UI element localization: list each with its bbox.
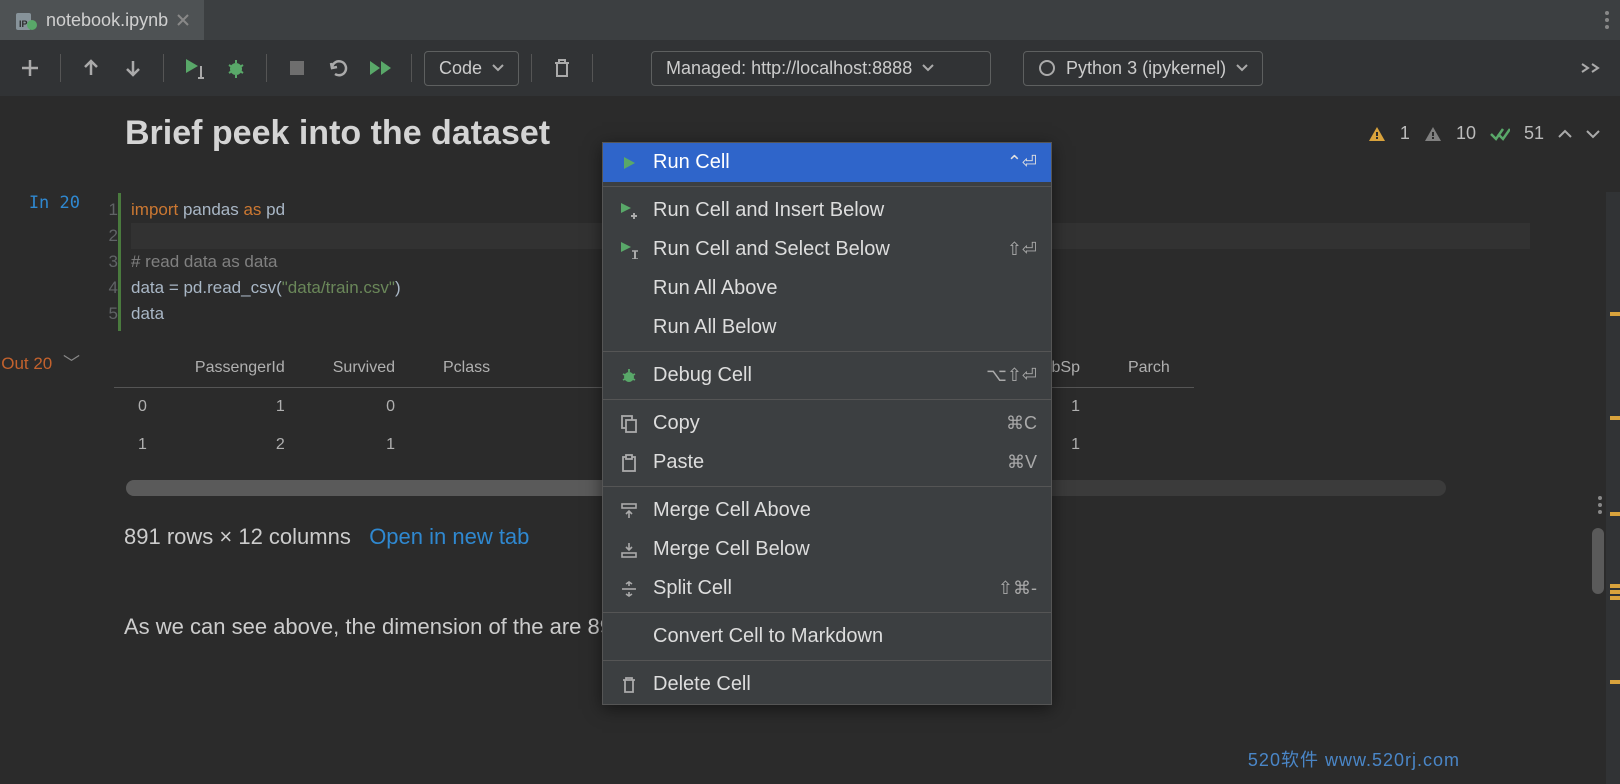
- jupyter-file-icon: IP: [14, 9, 38, 31]
- merge-above-icon: [617, 503, 641, 519]
- separator: [266, 54, 267, 82]
- menu-delete-cell[interactable]: Delete Cell: [603, 665, 1051, 704]
- debug-button[interactable]: [218, 50, 254, 86]
- kernel-label: Python 3 (ipykernel): [1066, 58, 1226, 79]
- restart-kernel-button[interactable]: [321, 50, 357, 86]
- run-all-button[interactable]: [363, 50, 399, 86]
- chevron-down-icon: [922, 64, 934, 72]
- add-cell-button[interactable]: [12, 50, 48, 86]
- menu-convert-markdown[interactable]: Convert Cell to Markdown: [603, 617, 1051, 656]
- menu-merge-below[interactable]: Merge Cell Below: [603, 530, 1051, 569]
- copy-icon: [617, 415, 641, 433]
- close-icon[interactable]: [176, 13, 190, 27]
- separator: [163, 54, 164, 82]
- check-green-icon: [1490, 126, 1510, 142]
- menu-divider: [603, 486, 1051, 487]
- tab-bar-overflow-icon[interactable]: [1594, 10, 1620, 30]
- prev-highlight-icon[interactable]: [1558, 129, 1572, 139]
- cell-type-label: Code: [439, 58, 482, 79]
- menu-run-cell[interactable]: Run Cell ⌃⏎: [603, 143, 1051, 182]
- menu-split-cell[interactable]: Split Cell ⇧⌘-: [603, 569, 1051, 608]
- menu-merge-above[interactable]: Merge Cell Above: [603, 491, 1051, 530]
- chevron-down-icon: [492, 64, 504, 72]
- svg-text:IP: IP: [19, 19, 28, 29]
- cell-type-dropdown[interactable]: Code: [424, 51, 519, 86]
- chevron-down-icon: [1236, 64, 1248, 72]
- menu-divider: [603, 351, 1051, 352]
- cell-more-icon[interactable]: [1598, 496, 1602, 514]
- warning-gray-icon: [1424, 125, 1442, 143]
- menu-divider: [603, 399, 1051, 400]
- stop-button[interactable]: [279, 50, 315, 86]
- menu-run-all-below[interactable]: Run All Below: [603, 308, 1051, 347]
- input-prompt: In 20: [0, 193, 90, 331]
- warning-yellow-icon: [1368, 125, 1386, 143]
- menu-run-insert-below[interactable]: Run Cell and Insert Below: [603, 191, 1051, 230]
- menu-copy[interactable]: Copy ⌘C: [603, 404, 1051, 443]
- watermark: 520软件 www.520rj.com: [1248, 746, 1460, 772]
- menu-divider: [603, 660, 1051, 661]
- file-tab[interactable]: IP notebook.ipynb: [0, 0, 204, 40]
- error-stripe-gutter[interactable]: [1606, 192, 1620, 784]
- merge-below-icon: [617, 542, 641, 558]
- move-up-button[interactable]: [73, 50, 109, 86]
- line-numbers: 1 2 3 4 5: [90, 193, 118, 331]
- separator: [411, 54, 412, 82]
- move-down-button[interactable]: [115, 50, 151, 86]
- inspection-widget[interactable]: 1 10 51: [1368, 123, 1600, 144]
- jupyter-server-dropdown[interactable]: Managed: http://localhost:8888: [651, 51, 991, 86]
- tab-bar: IP notebook.ipynb: [0, 0, 1620, 40]
- bug-icon: [617, 367, 641, 385]
- separator: [531, 54, 532, 82]
- run-cell-button[interactable]: [176, 50, 212, 86]
- check-green-count: 51: [1524, 123, 1544, 144]
- menu-run-all-above[interactable]: Run All Above: [603, 269, 1051, 308]
- delete-cell-button[interactable]: [544, 50, 580, 86]
- play-icon: [617, 155, 641, 171]
- split-icon: [617, 581, 641, 597]
- paste-icon: [617, 454, 641, 472]
- menu-paste[interactable]: Paste ⌘V: [603, 443, 1051, 482]
- separator: [60, 54, 61, 82]
- menu-divider: [603, 612, 1051, 613]
- open-in-new-tab-link[interactable]: Open in new tab: [369, 524, 529, 549]
- tab-label: notebook.ipynb: [46, 10, 168, 31]
- separator: [592, 54, 593, 82]
- warn-gray-count: 10: [1456, 123, 1476, 144]
- warn-yellow-count: 1: [1400, 123, 1410, 144]
- output-prompt: Out 20 ﹀: [0, 349, 90, 643]
- kernel-status-icon: [1038, 59, 1056, 77]
- context-menu: Run Cell ⌃⏎ Run Cell and Insert Below Ru…: [602, 142, 1052, 705]
- kernel-dropdown[interactable]: Python 3 (ipykernel): [1023, 51, 1263, 86]
- play-cursor-icon: [617, 241, 641, 259]
- toolbar-overflow-button[interactable]: [1572, 50, 1608, 86]
- trash-icon: [617, 676, 641, 694]
- play-plus-icon: [617, 202, 641, 220]
- menu-debug-cell[interactable]: Debug Cell ⌥⇧⏎: [603, 356, 1051, 395]
- notebook-toolbar: Code Managed: http://localhost:8888 Pyth…: [0, 40, 1620, 96]
- server-label: Managed: http://localhost:8888: [666, 58, 912, 79]
- menu-run-select-below[interactable]: Run Cell and Select Below ⇧⏎: [603, 230, 1051, 269]
- vertical-scrollbar-thumb[interactable]: [1592, 528, 1604, 594]
- menu-divider: [603, 186, 1051, 187]
- markdown-heading: Brief peek into the dataset: [125, 114, 550, 153]
- collapse-output-icon[interactable]: ﹀: [58, 354, 80, 373]
- next-highlight-icon[interactable]: [1586, 129, 1600, 139]
